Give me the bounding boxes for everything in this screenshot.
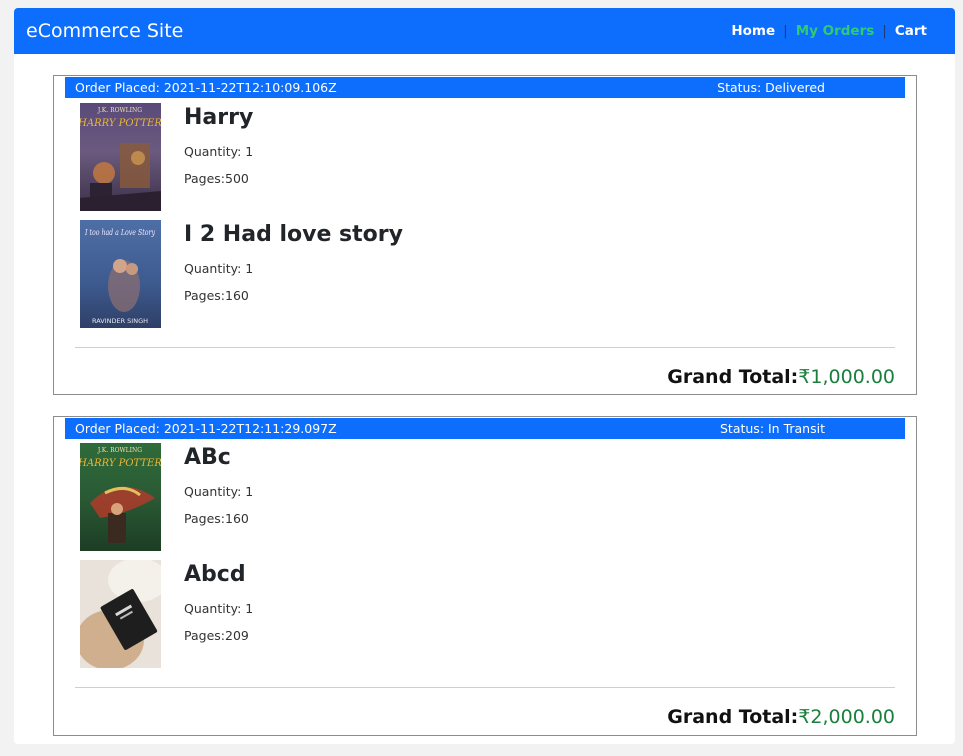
item-quantity: Quantity: 1 (184, 484, 254, 499)
order-header: Order Placed: 2021-11-22T12:11:29.097Z S… (65, 418, 905, 439)
page: eCommerce Site Home | My Orders | Cart O… (14, 8, 955, 744)
order-placed-date: Order Placed: 2021-11-22T12:10:09.106Z (75, 80, 337, 95)
order-item: J.K. ROWLING HARRY POTTER ABc Quantity: … (80, 443, 880, 551)
order-header: Order Placed: 2021-11-22T12:10:09.106Z S… (65, 77, 905, 98)
nav-home-link[interactable]: Home (731, 23, 775, 39)
item-pages: Pages:160 (184, 511, 249, 526)
order-item: I too had a Love Story RAVINDER SINGH I … (80, 220, 880, 328)
cover-title-text: HARRY POTTER (80, 118, 161, 129)
order-status: Status: Delivered (717, 80, 825, 95)
book-cover-image: J.K. ROWLING HARRY POTTER (80, 443, 161, 551)
grand-total-label: Grand Total: (667, 706, 799, 728)
item-pages: Pages:500 (184, 171, 249, 186)
nav-links: Home | My Orders | Cart (731, 23, 927, 39)
item-quantity: Quantity: 1 (184, 144, 254, 159)
book-title: Abcd (184, 562, 246, 587)
order-divider (75, 687, 895, 688)
book-title: Harry (184, 105, 254, 130)
nav-cart-link[interactable]: Cart (895, 23, 927, 39)
brand-title[interactable]: eCommerce Site (26, 20, 183, 42)
cover-author-text: J.K. ROWLING (97, 107, 142, 114)
cover-author-text: RAVINDER SINGH (92, 317, 148, 325)
order-item: J.K. ROWLING HARRY POTTER Harry Quantity… (80, 103, 880, 211)
item-quantity: Quantity: 1 (184, 601, 254, 616)
grand-total-label: Grand Total: (667, 366, 799, 388)
navbar: eCommerce Site Home | My Orders | Cart (14, 8, 955, 54)
order-divider (75, 347, 895, 348)
grand-total-amount: ₹1,000.00 (798, 366, 895, 388)
grand-total: Grand Total: ₹1,000.00 (667, 366, 895, 388)
cover-title-text: I too had a Love Story (84, 228, 155, 237)
book-title: ABc (184, 445, 231, 470)
nav-my-orders-link[interactable]: My Orders (796, 23, 875, 39)
cover-author-text: J.K. ROWLING (97, 447, 142, 454)
order-card: Order Placed: 2021-11-22T12:11:29.097Z S… (53, 416, 917, 736)
order-placed-date: Order Placed: 2021-11-22T12:11:29.097Z (75, 421, 337, 436)
nav-separator: | (783, 23, 788, 39)
grand-total: Grand Total: ₹2,000.00 (667, 706, 895, 728)
book-title: I 2 Had love story (184, 222, 403, 247)
grand-total-amount: ₹2,000.00 (798, 706, 895, 728)
book-photo-image (80, 560, 161, 668)
book-cover-image: I too had a Love Story RAVINDER SINGH (80, 220, 161, 328)
order-card: Order Placed: 2021-11-22T12:10:09.106Z S… (53, 75, 917, 395)
item-quantity: Quantity: 1 (184, 261, 254, 276)
item-pages: Pages:160 (184, 288, 249, 303)
item-pages: Pages:209 (184, 628, 249, 643)
nav-separator: | (882, 23, 887, 39)
order-status: Status: In Transit (719, 421, 825, 436)
cover-title-text: HARRY POTTER (80, 458, 161, 469)
order-item: Abcd Quantity: 1 Pages:209 (80, 560, 880, 668)
book-cover-image: J.K. ROWLING HARRY POTTER (80, 103, 161, 211)
